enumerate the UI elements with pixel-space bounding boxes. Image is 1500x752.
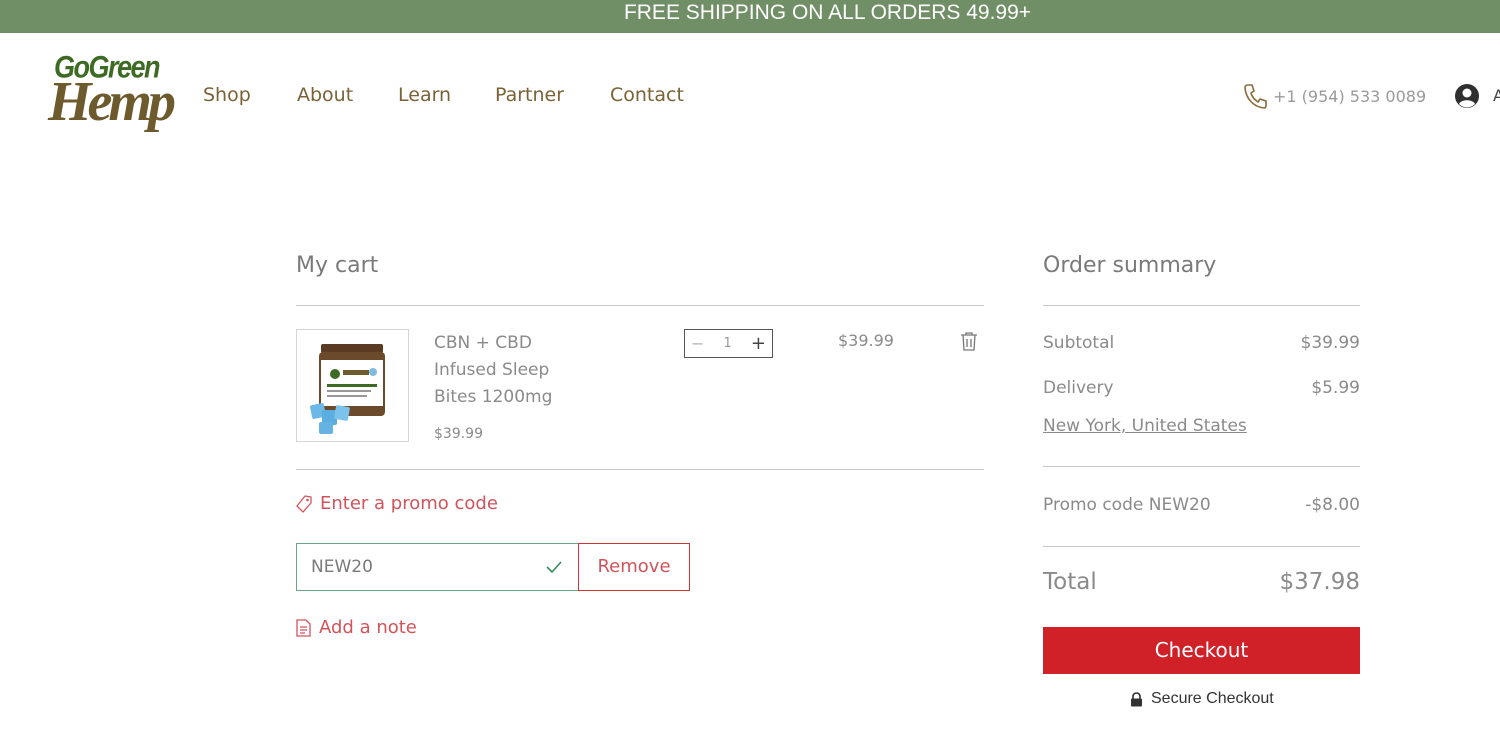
divider xyxy=(1043,305,1360,306)
nav-item-contact[interactable]: Contact xyxy=(610,84,684,106)
logo[interactable]: GoGreen Hemp xyxy=(48,50,176,138)
note-icon xyxy=(296,618,311,637)
order-summary-title: Order summary xyxy=(1043,253,1217,278)
product-jar-image xyxy=(310,344,385,434)
divider xyxy=(1043,466,1360,467)
increase-quantity-button[interactable]: + xyxy=(751,333,766,354)
subtotal-value: $39.99 xyxy=(1300,333,1360,353)
promo-code-input[interactable]: NEW20 xyxy=(296,543,579,591)
nav-item-about[interactable]: About xyxy=(297,84,353,106)
nav-item-learn[interactable]: Learn xyxy=(398,84,451,106)
total-label: Total xyxy=(1043,569,1097,595)
account-label[interactable]: A xyxy=(1493,86,1500,105)
promo-code-link-label: Enter a promo code xyxy=(320,493,498,514)
trash-icon[interactable] xyxy=(960,331,978,351)
total-value: $37.98 xyxy=(1279,569,1360,595)
promo-summary-value: -$8.00 xyxy=(1305,495,1360,515)
product-image[interactable] xyxy=(296,329,409,442)
add-note-link-label: Add a note xyxy=(319,617,417,638)
lock-icon xyxy=(1131,691,1142,706)
quantity-stepper[interactable]: − 1 + xyxy=(684,329,773,358)
divider xyxy=(296,469,984,470)
check-icon xyxy=(546,561,562,574)
remove-promo-button[interactable]: Remove xyxy=(578,543,690,591)
product-name[interactable]: CBN + CBD Infused Sleep Bites 1200mg xyxy=(434,330,574,411)
delivery-location-link[interactable]: New York, United States xyxy=(1043,416,1247,436)
tag-icon xyxy=(296,494,312,513)
delivery-label: Delivery xyxy=(1043,378,1114,398)
product-unit-price: $39.99 xyxy=(434,426,483,442)
cart-title: My cart xyxy=(296,253,379,278)
divider xyxy=(1043,546,1360,547)
subtotal-label: Subtotal xyxy=(1043,333,1115,353)
account-icon[interactable] xyxy=(1454,83,1480,109)
nav-item-shop[interactable]: Shop xyxy=(203,84,251,106)
phone-link[interactable]: +1 (954) 533 0089 xyxy=(1243,83,1426,109)
delivery-value: $5.99 xyxy=(1311,378,1360,398)
add-note-link[interactable]: Add a note xyxy=(296,617,417,638)
nav-item-partner[interactable]: Partner xyxy=(495,84,564,106)
promo-summary-label: Promo code NEW20 xyxy=(1043,495,1211,515)
logo-bottom-text: Hemp xyxy=(48,71,176,133)
quantity-value[interactable]: 1 xyxy=(724,336,732,351)
secure-checkout-label: Secure Checkout xyxy=(1151,690,1274,707)
checkout-button[interactable]: Checkout xyxy=(1043,627,1360,674)
divider xyxy=(296,305,984,306)
phone-number: +1 (954) 533 0089 xyxy=(1273,86,1427,106)
phone-icon xyxy=(1244,84,1267,109)
secure-checkout-note: Secure Checkout xyxy=(1130,690,1274,708)
shipping-banner: FREE SHIPPING ON ALL ORDERS 49.99+ xyxy=(0,0,1500,33)
decrease-quantity-button[interactable]: − xyxy=(691,334,704,353)
promo-code-link[interactable]: Enter a promo code xyxy=(296,493,498,514)
line-total: $39.99 xyxy=(838,331,894,350)
